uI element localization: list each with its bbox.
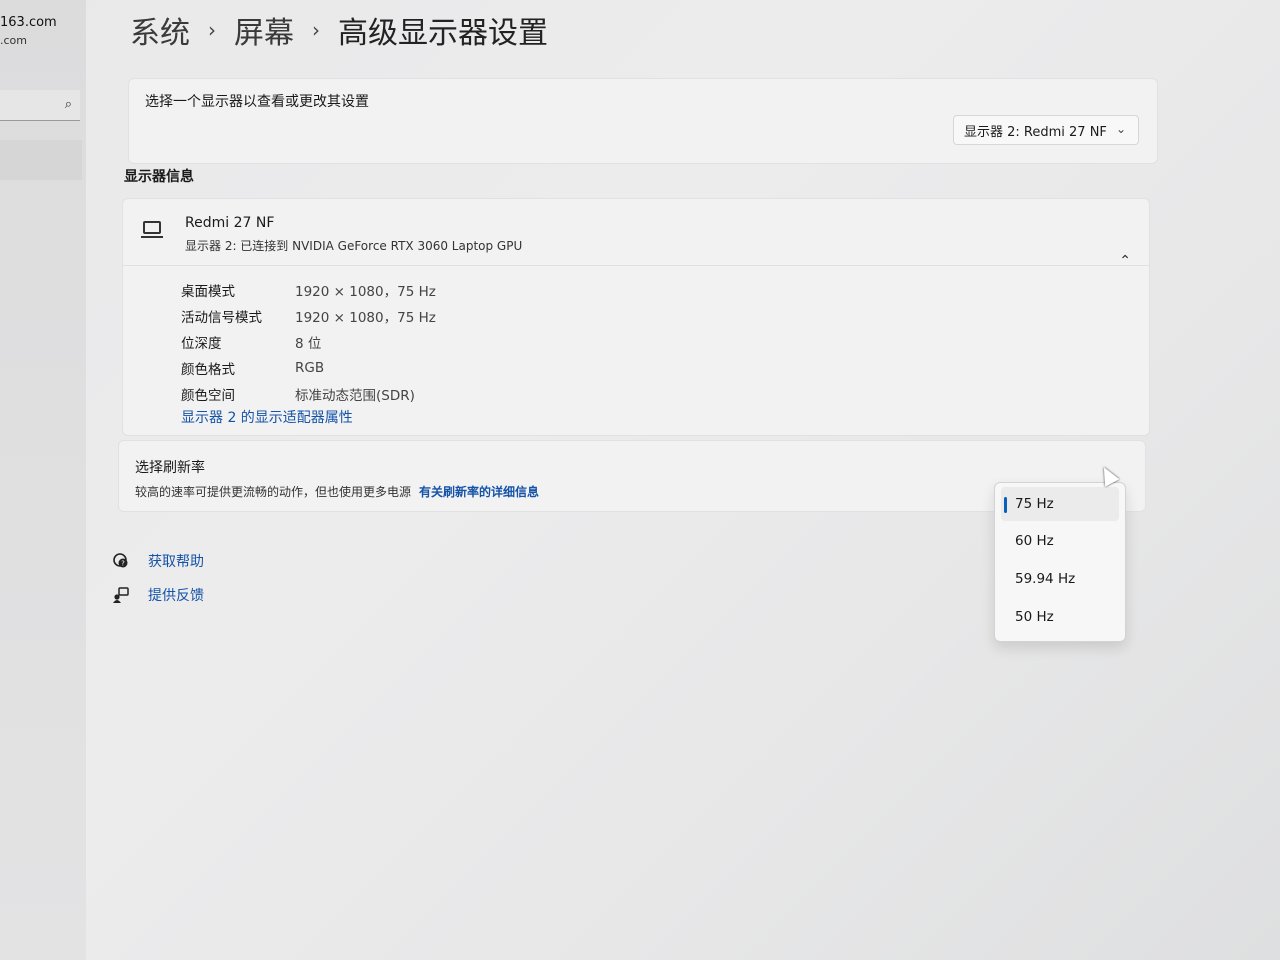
display-info-rows: 桌面模式 1920 × 1080，75 Hz 活动信号模式 1920 × 108… [181,277,436,407]
info-row: 活动信号模式 1920 × 1080，75 Hz [181,303,436,329]
chevron-down-icon: ⌄ [1115,122,1126,136]
chevron-right-icon: › [208,18,216,42]
chevron-right-icon: › [312,18,320,42]
help-links: ? 获取帮助 提供反馈 [112,544,204,612]
breadcrumb-display[interactable]: 屏幕 [234,8,294,52]
sidebar-item-selected[interactable] [0,140,82,180]
display-info-header[interactable]: Redmi 27 NF 显示器 2: 已连接到 NVIDIA GeForce R… [123,199,1149,269]
account-email: 163.com [0,15,57,30]
give-feedback-link[interactable]: 提供反馈 [112,578,204,612]
info-value: RGB [295,360,325,376]
monitor-icon [141,221,163,238]
help-icon: ? [112,552,130,570]
refresh-option-label: 60 Hz [1015,533,1054,549]
breadcrumb-system[interactable]: 系统 [130,8,190,52]
feedback-icon [112,586,130,604]
display-info-card: Redmi 27 NF 显示器 2: 已连接到 NVIDIA GeForce R… [122,198,1150,436]
page-title: 高级显示器设置 [338,16,548,51]
get-help-label: 获取帮助 [148,554,204,570]
refresh-option-50[interactable]: 50 Hz [1001,600,1119,634]
refresh-option-label: 50 Hz [1015,609,1054,625]
refresh-option-label: 59.94 Hz [1015,571,1076,587]
section-title-display-info: 显示器信息 [124,169,194,185]
info-row: 颜色空间 标准动态范围(SDR) [181,381,436,407]
info-key: 位深度 [181,336,222,352]
info-key: 颜色格式 [181,362,235,378]
sidebar-search-input[interactable]: ⌕ [0,90,80,121]
display-select-value: 显示器 2: Redmi 27 NF [964,124,1107,140]
adapter-properties-link[interactable]: 显示器 2 的显示适配器属性 [181,407,353,427]
refresh-rate-description: 较高的速率可提供更流畅的动作，但也使用更多电源 [135,485,412,499]
info-row: 位深度 8 位 [181,329,436,355]
refresh-rate-card: 选择刷新率 较高的速率可提供更流畅的动作，但也使用更多电源 有关刷新率的详细信息 [118,440,1146,512]
svg-text:?: ? [121,560,125,568]
refresh-option-label: 75 Hz [1015,496,1054,512]
display-select-card: 选择一个显示器以查看或更改其设置 显示器 2: Redmi 27 NF ⌄ [128,78,1158,164]
info-value: 8 位 [295,336,322,352]
info-key: 颜色空间 [181,388,235,404]
give-feedback-label: 提供反馈 [148,588,204,604]
refresh-rate-title: 选择刷新率 [135,460,205,476]
get-help-link[interactable]: ? 获取帮助 [112,544,204,578]
breadcrumb: 系统 › 屏幕 › 高级显示器设置 [130,4,548,56]
info-row: 颜色格式 RGB [181,355,436,381]
chevron-up-icon[interactable]: ⌃ [1119,253,1131,269]
refresh-rate-description-row: 较高的速率可提供更流畅的动作，但也使用更多电源 有关刷新率的详细信息 [135,483,539,500]
monitor-name: Redmi 27 NF [185,215,275,231]
display-select-label: 选择一个显示器以查看或更改其设置 [145,94,369,110]
info-key: 桌面模式 [181,284,235,300]
refresh-option-60[interactable]: 60 Hz [1001,524,1119,558]
refresh-rate-info-link[interactable]: 有关刷新率的详细信息 [419,485,539,499]
info-value: 1920 × 1080，75 Hz [295,310,436,326]
info-value: 标准动态范围(SDR) [295,388,415,404]
selection-indicator [1004,497,1007,513]
refresh-rate-dropdown-menu: 75 Hz 60 Hz 59.94 Hz 50 Hz [994,482,1126,642]
display-select-dropdown[interactable]: 显示器 2: Redmi 27 NF ⌄ [953,115,1139,145]
refresh-option-59-94[interactable]: 59.94 Hz [1001,562,1119,596]
info-key: 活动信号模式 [181,310,262,326]
refresh-option-75[interactable]: 75 Hz [1001,487,1119,521]
search-icon[interactable]: ⌕ [65,97,72,112]
info-value: 1920 × 1080，75 Hz [295,284,436,300]
monitor-connection: 显示器 2: 已连接到 NVIDIA GeForce RTX 3060 Lapt… [185,239,523,253]
account-info: 163.com .com [0,14,57,50]
sidebar: 163.com .com ⌕ [0,0,86,960]
info-row: 桌面模式 1920 × 1080，75 Hz [181,277,436,303]
account-email-secondary: .com [0,34,27,47]
